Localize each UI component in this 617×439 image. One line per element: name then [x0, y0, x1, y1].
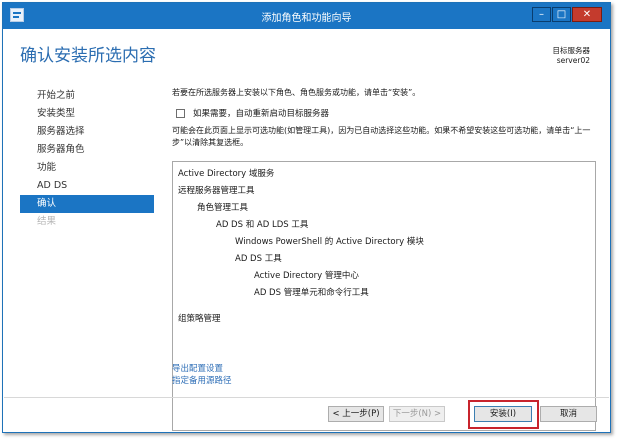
- restart-checkbox[interactable]: [176, 108, 185, 118]
- optional-features-note: 可能会在此页面上显示可选功能(如管理工具)，因为已自动选择这些功能。如果不希望安…: [172, 126, 591, 147]
- nav-item-results: 结果: [37, 216, 57, 227]
- target-server-label: 目标服务器: [552, 46, 591, 55]
- feature-item: 角色管理工具: [197, 203, 249, 213]
- cancel-button[interactable]: 取消: [540, 406, 597, 422]
- footer-divider: [4, 397, 609, 398]
- nav-item-server-selection[interactable]: 服务器选择: [20, 123, 154, 141]
- maximize-icon[interactable]: □: [552, 7, 571, 22]
- alternate-source-link[interactable]: 指定备用源路径: [172, 374, 232, 386]
- feature-item: AD DS 工具: [235, 254, 282, 264]
- close-icon[interactable]: ✕: [572, 7, 602, 22]
- wizard-window: 添加角色和功能向导 – □ ✕ 确认安装所选内容 目标服务器 server02 …: [2, 2, 611, 433]
- nav-item-before-you-begin[interactable]: 开始之前: [20, 87, 154, 105]
- feature-item: AD DS 和 AD LDS 工具: [216, 220, 309, 230]
- selected-features-list: Active Directory 域服务 远程服务器管理工具 角色管理工具 AD…: [172, 161, 596, 431]
- next-button: 下一步(N) >: [389, 406, 445, 422]
- feature-item: 组策略管理: [178, 314, 221, 324]
- feature-item: Windows PowerShell 的 Active Directory 模块: [235, 237, 424, 247]
- nav-item-ad-ds[interactable]: AD DS: [20, 177, 154, 195]
- target-server-name: server02: [556, 56, 590, 65]
- feature-item: 远程服务器管理工具: [178, 186, 255, 196]
- nav-item-installation-type[interactable]: 安装类型: [20, 105, 154, 123]
- title-bar[interactable]: 添加角色和功能向导 – □ ✕: [3, 3, 610, 29]
- export-settings-link[interactable]: 导出配置设置: [172, 362, 223, 374]
- restart-option[interactable]: 如果需要，自动重新启动目标服务器: [176, 107, 329, 119]
- feature-item: Active Directory 管理中心: [254, 271, 359, 281]
- wizard-nav: 开始之前 安装类型 服务器选择 服务器角色 功能 AD DS 确认 结果: [20, 87, 154, 231]
- previous-button[interactable]: < 上一步(P): [328, 406, 384, 422]
- window-title: 添加角色和功能向导: [261, 13, 352, 24]
- nav-item-server-roles[interactable]: 服务器角色: [20, 141, 154, 159]
- feature-item: AD DS 管理单元和命令行工具: [254, 288, 369, 298]
- minimize-icon[interactable]: –: [532, 7, 551, 22]
- nav-item-confirmation[interactable]: 确认: [20, 195, 154, 213]
- intro-text: 若要在所选服务器上安装以下角色、角色服务或功能，请单击“安装”。: [172, 88, 421, 97]
- restart-checkbox-label[interactable]: 如果需要，自动重新启动目标服务器: [193, 107, 329, 119]
- install-highlight-box: [468, 400, 539, 429]
- nav-item-features[interactable]: 功能: [20, 159, 154, 177]
- page-title: 确认安装所选内容: [20, 46, 156, 66]
- feature-item: Active Directory 域服务: [178, 169, 275, 179]
